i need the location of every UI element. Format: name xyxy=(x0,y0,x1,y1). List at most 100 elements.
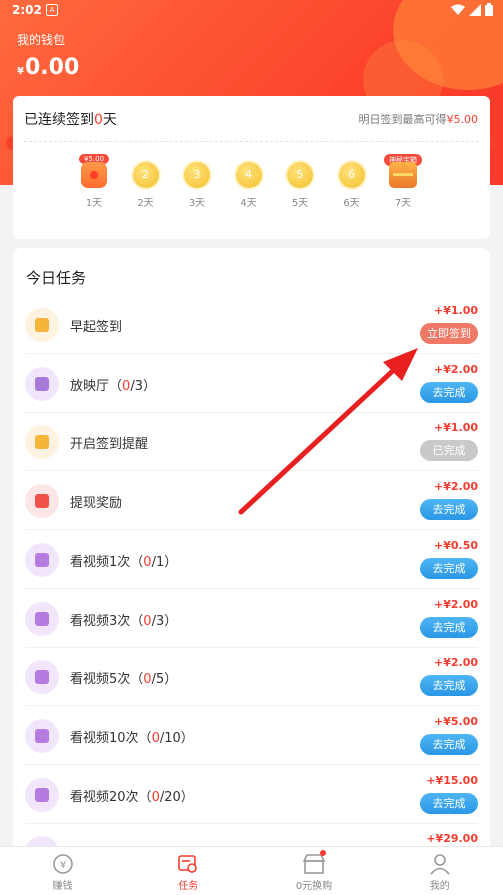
svg-text:¥: ¥ xyxy=(59,860,65,871)
task-row: 提现奖励 +¥2.00 去完成 xyxy=(13,472,490,531)
wifi-icon xyxy=(451,4,465,15)
bottom-tabbar: ¥ 赚钱 任务 0元换购 我的 xyxy=(0,846,503,895)
task-icon xyxy=(25,308,59,342)
notification-icon: A xyxy=(46,4,58,16)
day-label: 7天 xyxy=(394,198,412,209)
tab-label: 0元换购 xyxy=(295,881,333,892)
tab-task[interactable]: 任务 xyxy=(126,847,251,895)
signin-days: ¥5.00 1天 2 2天 3 3天 4 4天 5 5天 6 6天 神秘宝箱 7天 xyxy=(69,154,449,232)
hint-amount: ¥5.00 xyxy=(446,113,479,126)
task-action-button[interactable]: 去完成 xyxy=(420,792,478,814)
task-icon xyxy=(25,777,59,812)
task-row: 看视频10次（0/10） +¥5.00 去完成 xyxy=(13,707,490,765)
task-row: 看视频1次（0/1） +¥0.50 去完成 xyxy=(13,531,490,589)
currency-symbol: ¥ xyxy=(17,66,24,77)
task-row: 看视频5次（0/5） +¥2.00 去完成 xyxy=(13,648,490,707)
task-name: 看视频5次（0/5） xyxy=(70,672,178,688)
notification-dot xyxy=(319,850,326,856)
task-reward: +¥2.00 xyxy=(433,362,478,376)
task-reward: +¥2.00 xyxy=(433,656,478,670)
task-reward: +¥2.00 xyxy=(433,597,478,611)
task-action-button[interactable]: 去完成 xyxy=(420,733,478,755)
task-reward: +¥1.00 xyxy=(433,421,478,435)
day-label: 5天 xyxy=(291,198,309,209)
coin-icon: 6 xyxy=(338,162,365,188)
task-action-button[interactable]: 去完成 xyxy=(420,616,478,638)
streak-prefix: 已连续签到 xyxy=(24,112,94,128)
day-label: 4天 xyxy=(240,198,257,209)
status-time: 2:02 xyxy=(12,3,42,17)
signin-hint: 明日签到最高可得¥5.00 xyxy=(359,111,479,127)
task-row: 看视频3次（0/3） +¥2.00 去完成 xyxy=(13,590,490,648)
tab-user[interactable]: 我的 xyxy=(377,847,502,895)
tab-label: 我的 xyxy=(429,881,450,892)
task-action-button[interactable]: 去完成 xyxy=(420,499,478,521)
wallet-label: 我的钱包 xyxy=(17,33,66,47)
task-row: 放映厅（0/3） +¥2.00 去完成 xyxy=(13,355,490,413)
task-icon xyxy=(25,601,59,636)
coin-icon: 3 xyxy=(184,162,210,188)
task-icon xyxy=(25,366,59,401)
signin-day[interactable]: 2 2天 xyxy=(121,162,171,209)
coin-icon: 4 xyxy=(235,162,262,188)
task-reward: +¥0.50 xyxy=(433,538,478,552)
streak-days: 0 xyxy=(94,112,103,128)
task-reward: +¥5.00 xyxy=(433,714,478,728)
signin-streak: 已连续签到0天 xyxy=(24,109,117,129)
task-reward: +¥1.00 xyxy=(433,304,478,317)
task-reward: +¥29.00 xyxy=(426,832,478,846)
task-action-button[interactable]: 去完成 xyxy=(420,381,478,403)
task-name: 看视频1次（0/1） xyxy=(70,554,178,570)
balance-value: 0.00 xyxy=(24,55,80,80)
signin-day[interactable]: 6 6天 xyxy=(327,162,377,209)
task-name: 看视频3次（0/3） xyxy=(70,613,178,629)
coin-icon: 2 xyxy=(132,162,159,188)
task-name: 提现奖励 xyxy=(70,496,123,512)
tab-label: 赚钱 xyxy=(52,881,73,892)
signin-day[interactable]: 5 5天 xyxy=(275,162,325,209)
task-action-button[interactable]: 已完成 xyxy=(420,440,478,462)
tasks-card: 今日任务 早起签到 +¥1.00 立即签到 放映厅（0/3） +¥2.00 去完成 开启签到… xyxy=(13,248,490,868)
wallet-balance[interactable]: ¥0.00 xyxy=(17,55,79,80)
tab-coin[interactable]: ¥ 赚钱 xyxy=(0,847,125,895)
signin-day[interactable]: ¥5.00 1天 xyxy=(69,154,119,209)
status-bar: 2:02 A xyxy=(0,0,503,20)
tab-shop[interactable]: 0元换购 xyxy=(252,847,377,895)
signin-day[interactable]: 3 3天 xyxy=(172,162,222,209)
task-icon xyxy=(25,425,59,460)
divider xyxy=(24,141,479,142)
status-icons xyxy=(451,3,493,16)
signin-day[interactable]: 神秘宝箱 7天 xyxy=(378,154,428,209)
coin-icon: ¥ xyxy=(0,853,125,875)
signin-day[interactable]: 4 4天 xyxy=(224,162,274,209)
user-icon xyxy=(377,853,502,875)
streak-suffix: 天 xyxy=(102,112,117,128)
task-icon xyxy=(25,660,59,695)
tab-label: 任务 xyxy=(178,881,199,892)
task-icon xyxy=(25,484,59,519)
coin-icon: 5 xyxy=(287,162,313,188)
signal-icon xyxy=(469,3,481,16)
red-envelope-icon xyxy=(81,162,107,188)
task-row: 看视频20次（0/20） +¥15.00 去完成 xyxy=(13,766,490,824)
task-reward: +¥2.00 xyxy=(433,480,478,494)
day-label: 2天 xyxy=(137,198,154,209)
task-action-button[interactable]: 去完成 xyxy=(420,557,478,579)
task-icon xyxy=(126,853,251,875)
signin-card: 已连续签到0天 明日签到最高可得¥5.00 ¥5.00 1天 2 2天 3 3天 4 4天 5 5… xyxy=(13,96,490,239)
task-action-button[interactable]: 立即签到 xyxy=(420,323,478,344)
hint-text: 明日签到最高可得 xyxy=(358,113,447,126)
task-reward: +¥15.00 xyxy=(426,773,478,787)
day-label: 1天 xyxy=(85,198,103,209)
task-row: 早起签到 +¥1.00 立即签到 xyxy=(13,296,490,354)
day-label: 6天 xyxy=(343,198,360,209)
task-name: 看视频10次（0/10） xyxy=(70,730,194,746)
task-icon xyxy=(25,718,59,753)
task-row: 开启签到提醒 +¥1.00 已完成 xyxy=(13,413,490,472)
task-name: 早起签到 xyxy=(70,320,123,335)
task-action-button[interactable]: 去完成 xyxy=(420,675,478,697)
task-name: 开启签到提醒 xyxy=(70,437,149,453)
task-name: 看视频20次（0/20） xyxy=(70,789,194,805)
day-label: 3天 xyxy=(188,198,206,209)
task-icon xyxy=(25,542,59,577)
